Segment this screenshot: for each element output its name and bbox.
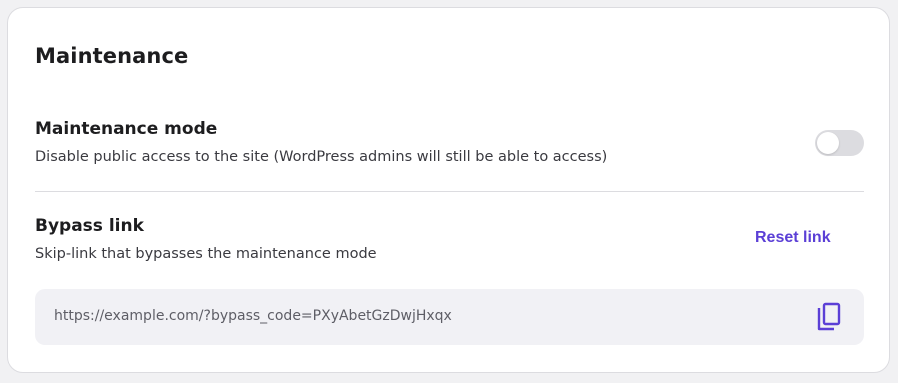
- bypass-link-title: Bypass link: [35, 216, 144, 236]
- toggle-knob: [817, 132, 839, 154]
- divider: [35, 191, 864, 192]
- bypass-link-field: https://example.com/?bypass_code=PXyAbet…: [35, 289, 864, 345]
- maintenance-mode-description: Disable public access to the site (WordP…: [35, 149, 608, 165]
- reset-link-button[interactable]: Reset link: [755, 229, 831, 247]
- copy-link-button[interactable]: [814, 302, 844, 332]
- maintenance-card: Maintenance Maintenance mode Disable pub…: [7, 7, 890, 373]
- bypass-link-description: Skip-link that bypasses the maintenance …: [35, 246, 377, 262]
- bypass-link-url: https://example.com/?bypass_code=PXyAbet…: [54, 308, 452, 324]
- section-title: Maintenance: [35, 44, 189, 68]
- maintenance-mode-toggle[interactable]: [815, 130, 864, 156]
- maintenance-mode-title: Maintenance mode: [35, 119, 218, 139]
- copy-icon: [817, 302, 841, 331]
